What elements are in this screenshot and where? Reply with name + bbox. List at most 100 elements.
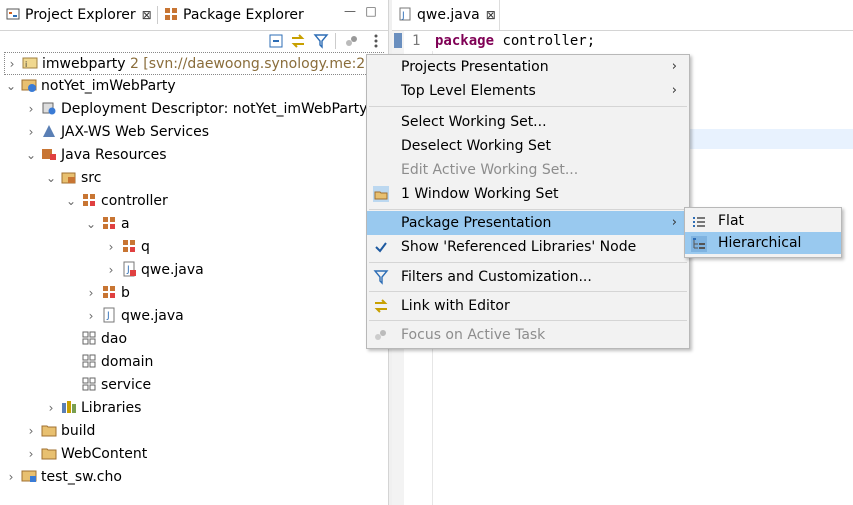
- menu-separator: [369, 106, 687, 107]
- tree-item-src[interactable]: ⌄ src: [44, 167, 101, 190]
- close-icon[interactable]: ⊠: [486, 8, 496, 22]
- tab-package-explorer[interactable]: Package Explorer: [158, 0, 304, 30]
- expand-icon[interactable]: ›: [44, 397, 58, 420]
- libraries-icon: [61, 399, 77, 415]
- tree-item-label: dao: [101, 331, 128, 347]
- close-icon[interactable]: ⊠: [142, 8, 152, 22]
- tree-item-label: Libraries: [81, 400, 142, 416]
- expand-icon[interactable]: ›: [24, 121, 38, 144]
- collapse-icon[interactable]: ⌄: [64, 190, 78, 213]
- expand-icon[interactable]: ›: [24, 420, 38, 443]
- tree-item-label: service: [101, 377, 152, 393]
- expand-icon[interactable]: ›: [104, 236, 118, 259]
- tree-item-label: src: [81, 170, 102, 186]
- tree-item-service[interactable]: service: [64, 374, 151, 397]
- collapse-icon[interactable]: ⌄: [24, 144, 38, 167]
- tree-item-label: Deployment Descriptor: notYet_imWebParty: [61, 101, 368, 117]
- tree-item-label: Java Resources: [61, 147, 167, 163]
- hierarchical-icon: [691, 236, 707, 252]
- editor-tabbar: Jqwe.java ⊠: [392, 0, 853, 31]
- minimize-icon[interactable]: —: [343, 4, 357, 18]
- tree-item-label: build: [61, 423, 96, 439]
- project-svn-icon: i: [22, 55, 38, 71]
- menu-item-projects-presentation[interactable]: Projects Presentation ›: [367, 55, 689, 79]
- submenu-item-flat[interactable]: Flat: [685, 210, 841, 232]
- expand-icon[interactable]: ›: [104, 259, 118, 282]
- svn-info: 2 [svn://daewoong.synology.me:236: [129, 56, 384, 72]
- tab-label: Package Explorer: [183, 7, 304, 23]
- tree-item-notyet-imwebparty[interactable]: ⌄ notYet_imWebParty: [4, 75, 176, 98]
- tree-item-java-resources[interactable]: ⌄ Java Resources: [24, 144, 167, 167]
- collapse-icon[interactable]: ⌄: [4, 75, 18, 98]
- tree-item-libraries[interactable]: › Libraries: [44, 397, 142, 420]
- tree-item-qwe-java-error[interactable]: › Jqwe.java: [104, 259, 204, 282]
- code-line: package controller;: [435, 31, 595, 51]
- menu-item-deselect-working-set[interactable]: Deselect Working Set: [367, 134, 689, 158]
- tree-item-label: q: [141, 239, 150, 255]
- expand-icon[interactable]: ›: [4, 466, 18, 489]
- menu-item-filters-customization[interactable]: Filters and Customization...: [367, 265, 689, 289]
- tree-item-a[interactable]: ⌄ a: [84, 213, 130, 236]
- menu-item-select-working-set[interactable]: Select Working Set...: [367, 110, 689, 134]
- view-toolbar: [0, 31, 388, 51]
- tree-item-qwe-java[interactable]: › Jqwe.java: [84, 305, 184, 328]
- deployment-descriptor-icon: [41, 100, 57, 116]
- tree-item-label: imwebparty: [42, 56, 126, 72]
- link-with-editor-icon[interactable]: [290, 33, 306, 49]
- tree-item-test-sw-cho[interactable]: › test_sw.cho: [4, 466, 122, 489]
- toolbar-separator: [335, 33, 336, 49]
- collapse-icon[interactable]: ⌄: [84, 213, 98, 236]
- menu-item-edit-active-working-set: Edit Active Working Set...: [401, 162, 579, 178]
- tree-item-jaxws[interactable]: › JAX-WS Web Services: [24, 121, 209, 144]
- tree-item-label: test_sw.cho: [41, 469, 122, 485]
- submenu-item-hierarchical[interactable]: Hierarchical: [685, 232, 841, 254]
- tree-item-q[interactable]: › q: [104, 236, 150, 259]
- tree-item-label: b: [121, 285, 130, 301]
- menu-item-focus-active-task: Focus on Active Task: [367, 323, 689, 347]
- submenu-arrow-icon: ›: [671, 83, 677, 98]
- menu-separator: [369, 262, 687, 263]
- menu-item-package-presentation[interactable]: Package Presentation ›: [367, 211, 689, 235]
- empty-package-icon: [81, 376, 97, 392]
- maximize-icon[interactable]: □: [364, 4, 378, 18]
- tree-item-dao[interactable]: dao: [64, 328, 127, 351]
- tree-item-label: controller: [101, 193, 168, 209]
- link-editor-icon: [373, 298, 389, 314]
- tree-item-label: a: [121, 216, 130, 232]
- flat-list-icon: [691, 214, 707, 230]
- working-set-icon: [373, 186, 389, 202]
- view-menu-icon[interactable]: [368, 33, 384, 49]
- tree-item-deployment-descriptor[interactable]: › Deployment Descriptor: notYet_imWebPart…: [24, 98, 368, 121]
- expand-icon[interactable]: ›: [84, 305, 98, 328]
- expand-icon[interactable]: ›: [24, 443, 38, 466]
- ruler-marker: [394, 33, 402, 48]
- source-folder-icon: [61, 169, 77, 185]
- expand-icon[interactable]: ›: [5, 53, 19, 76]
- tree-item-build[interactable]: › build: [24, 420, 96, 443]
- tab-qwe-java[interactable]: Jqwe.java ⊠: [392, 0, 500, 30]
- menu-item-top-level-elements[interactable]: Top Level Elements ›: [367, 79, 689, 103]
- tree-item-imwebparty[interactable]: › i imwebparty 2 [svn://daewoong.synology.…: [4, 52, 384, 75]
- menu-item-window-working-set[interactable]: 1 Window Working Set: [367, 182, 689, 206]
- focus-task-icon[interactable]: [344, 33, 360, 49]
- line-number: 1: [412, 33, 421, 49]
- tree-item-webcontent[interactable]: › WebContent: [24, 443, 148, 466]
- menu-separator: [369, 320, 687, 321]
- empty-package-icon: [81, 353, 97, 369]
- collapse-all-icon[interactable]: [268, 33, 284, 49]
- expand-icon[interactable]: ›: [24, 98, 38, 121]
- tab-label: qwe.java: [417, 7, 480, 23]
- menu-item-show-referenced-libraries[interactable]: Show 'Referenced Libraries' Node: [367, 235, 689, 259]
- tab-project-explorer[interactable]: Project Explorer ⊠: [0, 0, 152, 30]
- java-file-icon: J: [398, 2, 412, 21]
- tree-item-controller[interactable]: ⌄ controller: [64, 190, 168, 213]
- project-tree: › i imwebparty 2 [svn://daewoong.synology.…: [0, 52, 388, 505]
- project-explorer-icon: [6, 2, 20, 20]
- expand-icon[interactable]: ›: [84, 282, 98, 305]
- menu-item-link-with-editor[interactable]: Link with Editor: [367, 294, 689, 318]
- tree-item-b[interactable]: › b: [84, 282, 130, 305]
- tree-item-domain[interactable]: domain: [64, 351, 153, 374]
- filter-icon[interactable]: [313, 33, 329, 49]
- tree-item-label: WebContent: [61, 446, 148, 462]
- collapse-icon[interactable]: ⌄: [44, 167, 58, 190]
